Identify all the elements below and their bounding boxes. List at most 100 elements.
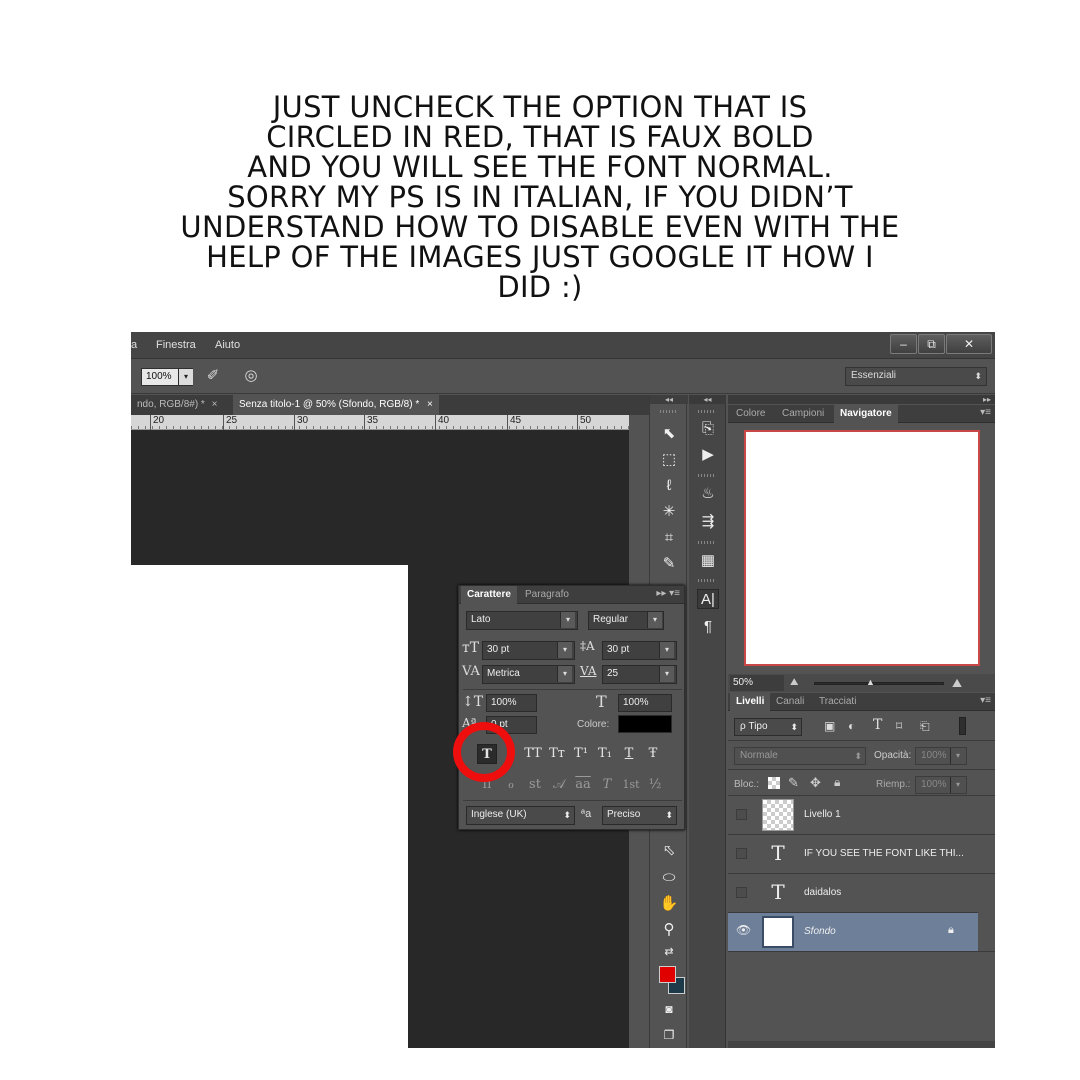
tab-close-icon[interactable]: × [212,399,218,410]
lock-position-icon[interactable]: ✥ [810,775,821,791]
small-caps-button[interactable]: Tт [547,744,567,764]
eyedropper-tool-icon[interactable]: ✎ [659,554,679,574]
tab-tracciati[interactable]: Tracciati [813,693,862,711]
panel-grip[interactable] [698,410,716,413]
workspace-select[interactable]: Essenziali ⬍ [845,367,987,386]
panel-grip[interactable] [698,579,716,582]
ordinals-button[interactable]: 1st [621,775,641,795]
tab-colore[interactable]: Colore [730,405,771,423]
minimize-button[interactable]: – [890,334,917,354]
brush-presets-icon[interactable]: ⇶ [697,512,719,532]
horizontal-scale-field[interactable]: 100% [618,694,672,712]
marquee-tool-icon[interactable]: ⬚ [659,450,679,470]
panel-grip[interactable] [698,474,716,477]
zoom-in-icon[interactable]: ⛰ [952,676,962,691]
swap-colors-icon[interactable]: ⇄ [659,942,679,962]
brush-panel-icon[interactable]: ♨ [697,484,719,504]
tab-document-1[interactable]: ndo, RGB/8#) * × [131,395,223,415]
restore-button[interactable]: ⧉ [918,334,945,354]
foreground-color-swatch[interactable] [659,966,676,983]
filter-toggle[interactable] [959,717,966,735]
actions-panel-icon[interactable]: ▶ [697,445,719,465]
swash-button[interactable]: 𝒜 [549,775,569,795]
tab-campioni[interactable]: Campioni [776,405,830,423]
vertical-scale-field[interactable]: 100% [486,694,537,712]
tab-livelli[interactable]: Livelli [730,693,771,711]
fractions-button[interactable]: ½ [645,775,665,795]
tab-carattere[interactable]: Carattere [461,586,517,604]
quick-mask-icon[interactable]: ◙ [659,999,679,1019]
antialias-select[interactable]: Preciso ⬍ [602,806,677,825]
collapse-icon[interactable]: ◂◂ [650,395,688,404]
text-color-swatch[interactable] [618,715,672,733]
screen-mode-icon[interactable]: ❐ [659,1025,679,1045]
old-style-button[interactable]: ℴ [501,775,521,795]
chevron-down-icon[interactable]: ▾ [557,666,572,682]
lock-transparency-icon[interactable] [768,777,780,789]
panel-menu-icon[interactable]: ▸▸ ▾≡ [656,588,680,599]
chevron-down-icon[interactable]: ▾ [659,642,674,658]
blend-mode-select[interactable]: Normale ⬍ [734,747,866,765]
shape-filter-icon[interactable]: ⌑ [896,719,902,733]
navigator-zoom-field[interactable]: 50% [730,675,784,691]
pixel-filter-icon[interactable]: ▣ [824,719,835,733]
lasso-tool-icon[interactable]: ℓ [659,476,679,496]
panel-grip[interactable] [698,541,716,544]
menu-item-finestra[interactable]: Finestra [156,339,196,351]
tab-paragrafo[interactable]: Paragrafo [519,586,575,604]
tab-navigatore[interactable]: Navigatore [834,405,898,423]
layer-row[interactable]: T daidalos [728,873,995,912]
paragraph-panel-icon[interactable]: ¶ [697,617,719,637]
zoom-tool-icon[interactable]: ⚲ [659,920,679,940]
properties-panel-icon[interactable]: ▦ [697,551,719,571]
chevron-down-icon[interactable]: ▾ [950,748,965,764]
history-panel-icon[interactable]: ⎘ [697,419,719,439]
layer-row[interactable]: T IF YOU SEE THE FONT LIKE THI... [728,834,995,873]
strikethrough-button[interactable]: Ŧ [643,744,663,764]
chevron-down-icon[interactable]: ▾ [557,642,572,658]
adjustment-filter-icon[interactable]: ◐ [848,719,855,733]
panel-grip[interactable] [660,410,678,413]
expand-icon[interactable]: ▸▸ [728,395,995,404]
zoom-out-icon[interactable]: ⛰ [790,677,798,688]
character-panel-icon[interactable]: A| [697,589,719,609]
chevron-down-icon[interactable]: ▾ [647,612,662,628]
menu-item-partial[interactable]: a [131,339,137,351]
filter-kind-select[interactable]: ρ Tipo ⬍ [734,718,802,736]
subscript-button[interactable]: T₁ [595,744,615,764]
language-select[interactable]: Inglese (UK) ⬍ [466,806,575,825]
all-caps-button[interactable]: TT [523,744,543,764]
airbrush-icon[interactable]: ✐ [203,366,223,386]
discretionary-ligatures-button[interactable]: st [525,775,545,795]
panel-menu-icon[interactable]: ▾≡ [980,407,991,418]
eye-icon[interactable]: 👁︎ [736,924,751,937]
zoom-slider-track[interactable] [814,682,944,685]
chevron-down-icon[interactable]: ▾ [560,612,575,628]
smart-object-filter-icon[interactable]: ⎗ [920,719,930,734]
move-tool-icon[interactable]: ⬉ [659,424,679,444]
visibility-toggle[interactable] [736,809,747,820]
lock-pixels-icon[interactable]: ✎ [788,775,799,791]
close-button[interactable]: ✕ [946,334,992,354]
hand-tool-icon[interactable]: ✋ [659,894,679,914]
navigator-preview[interactable] [744,430,980,666]
crop-tool-icon[interactable]: ⌗ [659,528,679,548]
superscript-button[interactable]: T¹ [571,744,591,764]
menu-item-aiuto[interactable]: Aiuto [215,339,240,351]
type-filter-icon[interactable]: T [873,717,882,733]
collapse-icon[interactable]: ◂◂ [689,395,726,404]
chevron-down-icon[interactable]: ▾ [659,666,674,682]
magic-wand-icon[interactable]: ✳ [659,502,679,522]
chevron-down-icon[interactable]: ▾ [178,369,193,385]
tab-document-2[interactable]: Senza titolo-1 @ 50% (Sfondo, RGB/8) * × [233,395,439,415]
tab-canali[interactable]: Canali [770,693,810,711]
tab-close-icon[interactable]: × [427,399,433,410]
titling-alternates-button[interactable]: T [597,775,617,795]
layer-row[interactable]: Livello 1 [728,795,995,834]
ellipse-tool-icon[interactable]: ⬭ [659,868,679,888]
lock-all-icon[interactable]: 🔒︎ [834,775,840,790]
zoom-slider-thumb[interactable]: ▲ [866,677,875,687]
stylistic-alternates-button[interactable]: aa [573,775,593,795]
layer-row-selected[interactable]: 👁︎ Sfondo 🔒︎ [728,912,978,951]
document-canvas[interactable] [131,565,408,1048]
